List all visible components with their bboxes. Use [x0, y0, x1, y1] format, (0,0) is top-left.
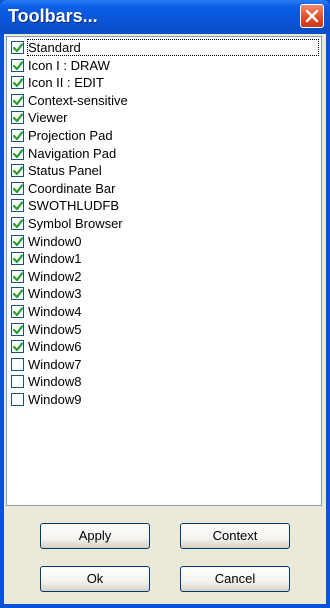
toolbar-label: Window7	[28, 356, 82, 372]
toolbar-checkbox[interactable]	[11, 305, 24, 318]
toolbar-label: Projection Pad	[28, 128, 113, 143]
toolbar-checkbox[interactable]	[11, 269, 24, 283]
toolbar-checkbox[interactable]	[11, 393, 24, 406]
checkmark-icon	[13, 184, 23, 193]
toolbar-label: Icon II : EDIT	[28, 75, 104, 91]
list-item[interactable]: Standard	[11, 39, 319, 56]
toolbar-label: Window9	[28, 392, 82, 407]
list-item[interactable]: Icon II : EDIT	[11, 74, 104, 91]
list-item[interactable]: Window1	[11, 250, 81, 267]
toolbar-checkbox[interactable]	[11, 181, 24, 195]
toolbar-checkbox[interactable]	[11, 41, 24, 54]
toolbar-label: Window1	[28, 251, 82, 267]
toolbar-label: Window0	[28, 233, 82, 249]
checkmark-icon	[13, 60, 23, 70]
list-item[interactable]: Projection Pad	[11, 127, 113, 144]
toolbar-label: Icon I : DRAW	[28, 57, 110, 73]
list-item[interactable]: Window4	[11, 303, 81, 320]
list-item[interactable]: Window8	[11, 373, 81, 390]
checkmark-icon	[13, 201, 23, 211]
toolbars-dialog: Toolbars... Standard Icon I : DRAW Icon II…	[0, 0, 330, 608]
toolbar-label: SWOTHLUDFB	[28, 198, 119, 214]
checkmark-icon	[13, 324, 23, 334]
toolbar-checkbox[interactable]	[11, 375, 24, 389]
list-item[interactable]: Window2	[11, 268, 81, 285]
checkmark-icon	[13, 342, 23, 352]
checkmark-icon	[13, 148, 23, 158]
apply-button[interactable]: Apply	[40, 523, 150, 549]
list-item[interactable]: Context-sensitive	[11, 92, 128, 109]
close-icon	[305, 9, 319, 23]
checkmark-icon	[13, 307, 23, 317]
toolbar-label: Status Panel	[28, 163, 102, 179]
toolbar-label: Viewer	[28, 110, 68, 126]
toolbar-checkbox[interactable]	[11, 357, 24, 371]
checkmark-icon	[13, 236, 23, 246]
list-item[interactable]: Coordinate Bar	[11, 180, 115, 197]
list-item[interactable]: Navigation Pad	[11, 145, 116, 162]
toolbar-checkbox[interactable]	[11, 76, 24, 90]
toolbar-label: Context-sensitive	[28, 92, 128, 108]
checkmark-icon	[13, 219, 23, 229]
checkmark-icon	[13, 272, 23, 281]
toolbar-checkbox[interactable]	[11, 199, 24, 213]
list-item[interactable]: Window0	[11, 233, 81, 250]
toolbar-list[interactable]: Standard Icon I : DRAW Icon II : EDIT Conte…	[6, 36, 322, 506]
list-item[interactable]: Window5	[11, 321, 81, 338]
toolbar-checkbox[interactable]	[11, 93, 24, 107]
toolbar-label: Window3	[28, 286, 82, 302]
ok-button[interactable]: Ok	[40, 566, 150, 592]
toolbar-label: Window6	[28, 339, 82, 355]
list-item[interactable]: Viewer	[11, 109, 68, 126]
toolbar-label: Window5	[28, 321, 82, 337]
list-item[interactable]: Window3	[11, 285, 81, 302]
toolbar-label: Navigation Pad	[28, 145, 117, 161]
toolbar-checkbox[interactable]	[11, 58, 24, 72]
cancel-button[interactable]: Cancel	[180, 566, 290, 592]
toolbar-checkbox[interactable]	[11, 340, 24, 354]
checkmark-icon	[13, 78, 23, 88]
toolbar-checkbox[interactable]	[11, 146, 24, 160]
toolbar-checkbox[interactable]	[11, 129, 24, 142]
toolbar-checkbox[interactable]	[11, 217, 24, 230]
title-bar[interactable]: Toolbars...	[0, 0, 330, 34]
checkmark-icon	[13, 254, 23, 264]
list-item[interactable]: Window7	[11, 356, 81, 373]
checkmark-icon	[13, 96, 23, 105]
toolbar-label: Symbol Browser	[28, 216, 123, 231]
list-item[interactable]: SWOTHLUDFB	[11, 197, 119, 214]
toolbar-label: Window8	[28, 374, 82, 390]
dialog-body: Standard Icon I : DRAW Icon II : EDIT Conte…	[4, 34, 326, 604]
checkmark-icon	[13, 289, 23, 299]
close-button[interactable]	[300, 4, 324, 28]
list-item[interactable]: Window9	[11, 391, 81, 408]
toolbar-checkbox[interactable]	[11, 111, 24, 125]
button-bar: Apply Context Ok Cancel	[4, 508, 326, 604]
toolbar-checkbox[interactable]	[11, 252, 24, 266]
dialog-title: Toolbars...	[8, 6, 98, 26]
toolbar-checkbox[interactable]	[11, 322, 24, 336]
list-item[interactable]: Window6	[11, 338, 81, 355]
context-button[interactable]: Context	[180, 523, 290, 549]
checkmark-icon	[13, 131, 23, 141]
toolbar-label: Standard	[27, 39, 319, 56]
checkmark-icon	[13, 43, 23, 53]
toolbar-label: Window2	[28, 268, 82, 284]
toolbar-label: Window4	[28, 304, 82, 319]
list-item[interactable]: Symbol Browser	[11, 215, 123, 232]
toolbar-checkbox[interactable]	[11, 234, 24, 248]
list-item[interactable]: Icon I : DRAW	[11, 57, 110, 74]
toolbar-label: Coordinate Bar	[28, 180, 116, 196]
list-item[interactable]: Status Panel	[11, 162, 102, 179]
toolbar-checkbox[interactable]	[11, 287, 24, 301]
toolbar-checkbox[interactable]	[11, 164, 24, 178]
checkmark-icon	[13, 113, 23, 123]
checkmark-icon	[13, 166, 23, 176]
